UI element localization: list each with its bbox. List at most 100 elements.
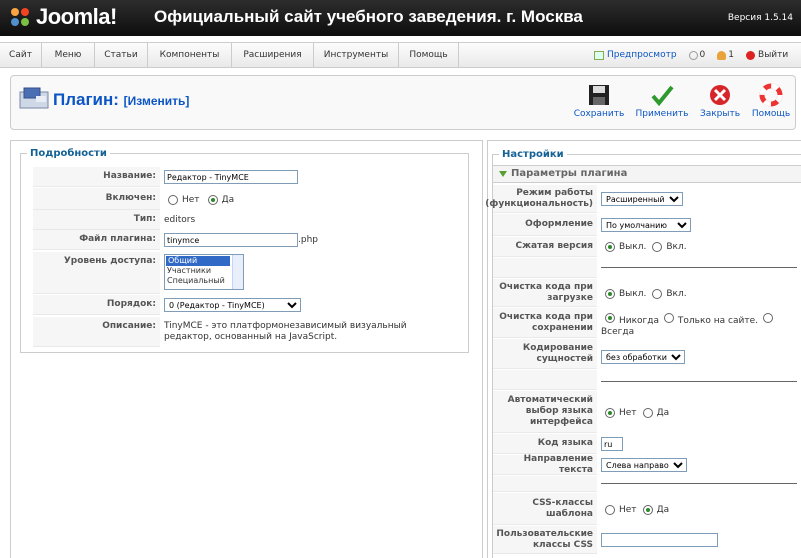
css-no-label: Нет — [619, 505, 637, 515]
joomla-logo-icon — [11, 8, 29, 26]
compressed-on-label: Вкл. — [666, 242, 687, 252]
lifebuoy-icon — [759, 83, 783, 107]
plugin-icon — [19, 87, 49, 109]
autolang-yes-label: Да — [656, 408, 670, 418]
cleanup-load-on-radio[interactable] — [652, 289, 663, 299]
cleanup-save-options: Никогда Только на сайте. Всегда — [601, 313, 797, 338]
logout-link[interactable]: Выйти — [758, 43, 788, 67]
enabled-no-radio[interactable] — [168, 195, 178, 205]
plugin-params-header[interactable]: Параметры плагина — [493, 165, 801, 183]
description-text: TinyMCE - это платформонезависимый визуа… — [164, 321, 407, 342]
compressed-off-label: Выкл. — [619, 242, 647, 252]
css-no-radio[interactable] — [605, 505, 615, 515]
site-title: Официальный сайт учебного заведения. г. … — [154, 7, 583, 26]
page-title-text: Плагин: — [53, 90, 119, 109]
divider — [601, 381, 797, 382]
menu-content[interactable]: Статьи — [95, 43, 148, 67]
autolang-no-label: Нет — [619, 408, 637, 418]
checkmark-icon — [651, 85, 674, 107]
cleanup-load-off-radio[interactable] — [605, 289, 615, 299]
name-label: Название: — [33, 167, 160, 187]
spacer-label-3 — [493, 476, 597, 492]
cleanup-save-always-radio[interactable] — [762, 313, 773, 323]
users-icon — [717, 50, 727, 60]
menu-tools[interactable]: Инструменты — [314, 43, 399, 67]
save-label: Сохранить — [573, 109, 625, 119]
skin-select[interactable]: По умолчанию — [601, 218, 691, 232]
messages-icon — [688, 50, 698, 60]
cleanup-save-front-label: Только на сайте. — [677, 316, 758, 326]
spacer-label-2 — [493, 370, 597, 390]
cleanup-load-label: Очистка кода при загрузке — [493, 279, 597, 307]
cleanup-load-off-label: Выкл. — [619, 289, 647, 299]
autolang-no-radio[interactable] — [605, 408, 615, 418]
entity-label: Кодирование сущностей — [493, 339, 597, 369]
order-select[interactable]: 0 (Редактор - TinyMCE) — [164, 298, 301, 312]
menu-help[interactable]: Помощь — [399, 43, 459, 67]
menu-components[interactable]: Компоненты — [148, 43, 232, 67]
save-button[interactable]: Сохранить — [571, 83, 627, 119]
messages-count[interactable]: 0 — [700, 43, 706, 67]
custom-css-label: Пользовательские классы CSS — [493, 526, 597, 554]
expand-arrow-icon — [499, 171, 507, 177]
menu-menus[interactable]: Меню — [42, 43, 95, 67]
cleanup-save-never-radio[interactable] — [605, 313, 615, 323]
langcode-input[interactable] — [601, 437, 623, 451]
enabled-no-label: Нет — [182, 195, 200, 205]
compressed-label: Сжатая версия — [493, 237, 597, 257]
direction-select[interactable]: Слева направо — [601, 458, 687, 472]
cleanup-save-front-radio[interactable] — [663, 313, 674, 323]
details-legend: Подробности — [30, 148, 107, 159]
entity-select[interactable]: без обработки — [601, 350, 685, 364]
autolang-label: Автоматический выбор языка интерфейса — [493, 391, 597, 433]
access-scrollbar[interactable] — [232, 255, 243, 289]
type-label: Тип: — [33, 210, 160, 230]
spacer-label-1 — [493, 258, 597, 278]
file-label: Файл плагина: — [33, 230, 160, 250]
joomla-logo: Joomla! — [8, 4, 117, 30]
cleanup-save-never-label: Никогда — [619, 316, 660, 326]
version-label: Версия 1.5.14 — [727, 13, 793, 23]
mode-label: Режим работы (функциональность) — [485, 185, 597, 213]
preview-link[interactable]: Предпросмотр — [607, 43, 677, 67]
compressed-on-radio[interactable] — [652, 242, 663, 252]
menu-site[interactable]: Сайт — [0, 43, 42, 67]
access-label: Уровень доступа: — [33, 252, 160, 294]
css-yes-radio[interactable] — [642, 505, 653, 515]
main-menu: Сайт Меню Статьи Компоненты Расширения И… — [0, 42, 801, 68]
apply-label: Применить — [635, 109, 689, 119]
divider — [601, 267, 797, 268]
apply-button[interactable]: Применить — [634, 83, 690, 119]
langcode-label: Код языка — [493, 434, 597, 454]
custom-css-input[interactable] — [601, 533, 718, 547]
cleanup-save-always-label: Всегда — [601, 327, 635, 337]
logout-icon — [746, 50, 756, 60]
description-label: Описание: — [33, 317, 160, 347]
page-subtitle: [Изменить] — [123, 94, 190, 108]
admin-header: Joomla! Официальный сайт учебного заведе… — [0, 0, 801, 36]
enabled-yes-radio[interactable] — [207, 195, 218, 205]
logo-text: Joomla! — [36, 4, 117, 29]
save-icon — [589, 85, 609, 105]
skin-label: Оформление — [493, 214, 597, 236]
users-count[interactable]: 1 — [728, 43, 734, 67]
file-input[interactable] — [164, 233, 298, 247]
type-value: editors — [164, 215, 196, 225]
file-ext: .php — [298, 235, 318, 245]
access-listbox[interactable]: Общий Участники Специальный — [164, 254, 244, 290]
enabled-label: Включен: — [33, 188, 160, 210]
close-icon — [710, 85, 730, 105]
plugin-params-title: Параметры плагина — [511, 168, 628, 179]
compressed-off-radio[interactable] — [605, 242, 615, 252]
help-label: Помощь — [751, 109, 791, 119]
name-input[interactable] — [164, 170, 298, 184]
mode-select[interactable]: Расширенный — [601, 192, 683, 206]
help-button[interactable]: Помощь — [743, 83, 799, 119]
cleanup-save-label: Очистка кода при сохранении — [493, 308, 597, 338]
autolang-yes-radio[interactable] — [642, 408, 653, 418]
access-option-public[interactable]: Общий — [166, 256, 230, 266]
status-bar: Предпросмотр 0 1 Выйти — [594, 43, 788, 67]
close-button[interactable]: Закрыть — [692, 83, 748, 119]
divider — [601, 483, 797, 484]
menu-extensions[interactable]: Расширения — [232, 43, 314, 67]
